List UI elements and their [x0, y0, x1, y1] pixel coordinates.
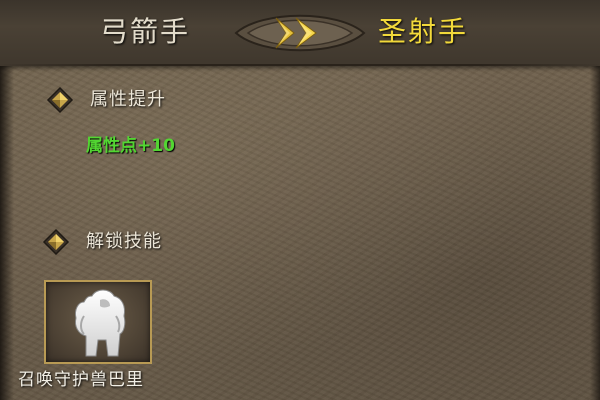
- attribute-points-bonus: 属性点+10: [86, 136, 175, 156]
- double-chevron-right-icon: [234, 14, 366, 52]
- skills-section-title: 解锁技能: [86, 231, 162, 252]
- diamond-bullet-icon: [42, 228, 70, 256]
- skill-name-label: 召唤守护兽巴里: [18, 370, 144, 390]
- diamond-bullet-icon: [46, 86, 74, 114]
- skill-slot[interactable]: [44, 280, 152, 364]
- attribute-section-title: 属性提升: [90, 89, 166, 110]
- header-divider: [0, 64, 600, 66]
- advanced-class-label: 圣射手: [378, 15, 469, 48]
- guardian-beast-icon: [75, 289, 126, 357]
- class-advance-panel: 弓箭手 圣射手 属性提升 属性点+10 解锁技能 召唤守护兽巴里: [0, 0, 600, 400]
- class-transition-header: 弓箭手 圣射手: [0, 0, 600, 66]
- current-class-label: 弓箭手: [100, 15, 191, 48]
